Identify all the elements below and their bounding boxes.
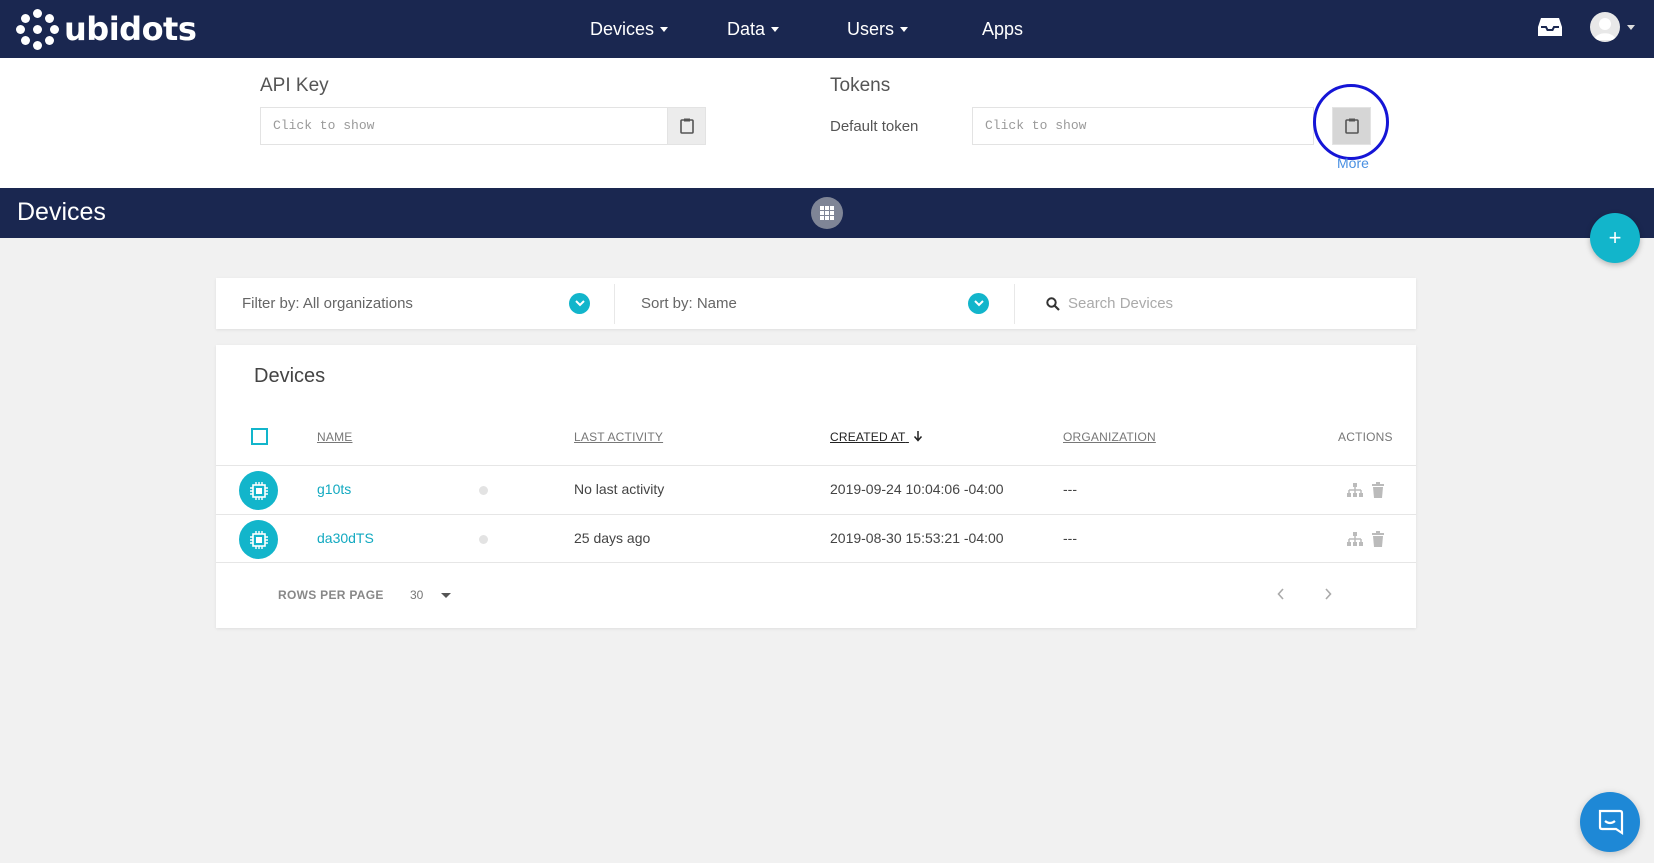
- filter-organizations-dropdown[interactable]: Filter by: All organizations: [242, 278, 413, 329]
- last-activity-cell: No last activity: [574, 481, 665, 497]
- column-header-organization[interactable]: ORGANIZATION: [1063, 430, 1156, 444]
- hierarchy-icon[interactable]: [1346, 481, 1364, 499]
- search-box: [1046, 278, 1368, 329]
- search-devices-input[interactable]: [1068, 295, 1368, 312]
- device-chip-icon: [239, 520, 278, 559]
- device-name-link[interactable]: g10ts: [317, 481, 351, 497]
- inbox-icon[interactable]: [1537, 17, 1563, 37]
- status-dot: [479, 486, 488, 495]
- select-all-checkbox[interactable]: [251, 428, 268, 445]
- table-row[interactable]: g10ts No last activity 2019-09-24 10:04:…: [216, 465, 1416, 514]
- tokens-title: Tokens: [830, 75, 891, 96]
- nav-users[interactable]: Users: [847, 0, 909, 58]
- chevron-left-icon: [1277, 588, 1284, 600]
- nav-data[interactable]: Data: [727, 0, 780, 58]
- chevron-right-icon: [1325, 588, 1332, 600]
- nav-data-label: Data: [727, 18, 766, 39]
- column-header-actions: ACTIONS: [1338, 430, 1393, 444]
- chevron-down-icon[interactable]: [569, 293, 590, 314]
- filter-divider: [1014, 284, 1015, 324]
- hierarchy-icon[interactable]: [1346, 530, 1364, 548]
- default-token-label: Default token: [830, 118, 919, 135]
- top-navbar: ubidots Devices Data Users Apps: [0, 0, 1654, 58]
- table-row[interactable]: da30dTS 25 days ago 2019-08-30 15:53:21 …: [216, 514, 1416, 563]
- chat-button[interactable]: [1580, 792, 1640, 852]
- trash-icon[interactable]: [1369, 481, 1387, 499]
- table-title: Devices: [254, 365, 326, 387]
- prev-page-button[interactable]: [1272, 585, 1290, 603]
- caret-down-icon: [660, 26, 669, 32]
- devices-table-card: Devices NAME LAST ACTIVITY CREATED AT OR…: [216, 345, 1416, 628]
- created-at-cell: 2019-09-24 10:04:06 -04:00: [830, 481, 1004, 497]
- clipboard-icon: [679, 118, 694, 134]
- rows-per-page-caret-icon[interactable]: [441, 593, 451, 598]
- nav-apps-label: Apps: [982, 18, 1024, 39]
- column-header-created-at[interactable]: CREATED AT: [830, 430, 923, 444]
- tokens-more-link[interactable]: More: [1337, 155, 1369, 171]
- column-header-name[interactable]: NAME: [317, 430, 352, 444]
- rows-per-page-value[interactable]: 30: [410, 588, 423, 602]
- next-page-button[interactable]: [1319, 585, 1337, 603]
- sort-label: Sort by: Name: [641, 295, 737, 312]
- grid-icon: [820, 206, 834, 220]
- chat-icon: [1598, 809, 1624, 836]
- caret-down-icon: [900, 26, 909, 32]
- add-device-button[interactable]: +: [1590, 213, 1640, 263]
- nav-apps[interactable]: Apps: [982, 0, 1023, 58]
- nav-users-label: Users: [847, 18, 895, 39]
- filter-divider: [614, 284, 615, 324]
- created-at-label: CREATED AT: [830, 430, 906, 444]
- brand-name: ubidots: [64, 10, 197, 48]
- rows-per-page-label: ROWS PER PAGE: [278, 588, 384, 602]
- last-activity-cell: 25 days ago: [574, 530, 651, 546]
- filter-label: Filter by: All organizations: [242, 295, 413, 312]
- search-icon: [1046, 296, 1060, 311]
- device-chip-icon: [239, 471, 278, 510]
- chevron-down-icon[interactable]: [968, 293, 989, 314]
- grid-view-button[interactable]: [811, 197, 843, 229]
- column-header-last-activity[interactable]: LAST ACTIVITY: [574, 430, 663, 444]
- status-dot: [479, 535, 488, 544]
- created-at-cell: 2019-08-30 15:53:21 -04:00: [830, 530, 1004, 546]
- nav-devices-label: Devices: [590, 18, 655, 39]
- devices-header-bar: Devices: [0, 188, 1654, 238]
- brand-logo[interactable]: ubidots: [16, 7, 197, 51]
- device-name-link[interactable]: da30dTS: [317, 530, 374, 546]
- plus-icon: +: [1608, 225, 1622, 250]
- organization-cell: ---: [1063, 530, 1077, 546]
- trash-icon[interactable]: [1369, 530, 1387, 548]
- logo-dots-icon: [16, 7, 60, 51]
- nav-devices[interactable]: Devices: [590, 0, 669, 58]
- sort-arrow-down-icon: [913, 431, 922, 442]
- highlight-circle: [1313, 84, 1389, 160]
- caret-down-icon: [771, 26, 780, 32]
- page-title: Devices: [17, 198, 106, 226]
- credentials-panel: API Key Click to show Tokens Default tok…: [0, 58, 1654, 188]
- copy-api-key-button[interactable]: [667, 107, 706, 145]
- api-key-title: API Key: [260, 75, 329, 96]
- filter-bar: Filter by: All organizations Sort by: Na…: [216, 278, 1416, 329]
- sort-dropdown[interactable]: Sort by: Name: [641, 278, 737, 329]
- default-token-field[interactable]: Click to show: [972, 107, 1314, 145]
- avatar-caret-icon[interactable]: [1627, 25, 1635, 30]
- user-avatar-icon[interactable]: [1590, 12, 1620, 42]
- organization-cell: ---: [1063, 481, 1077, 497]
- api-key-field[interactable]: Click to show: [260, 107, 668, 145]
